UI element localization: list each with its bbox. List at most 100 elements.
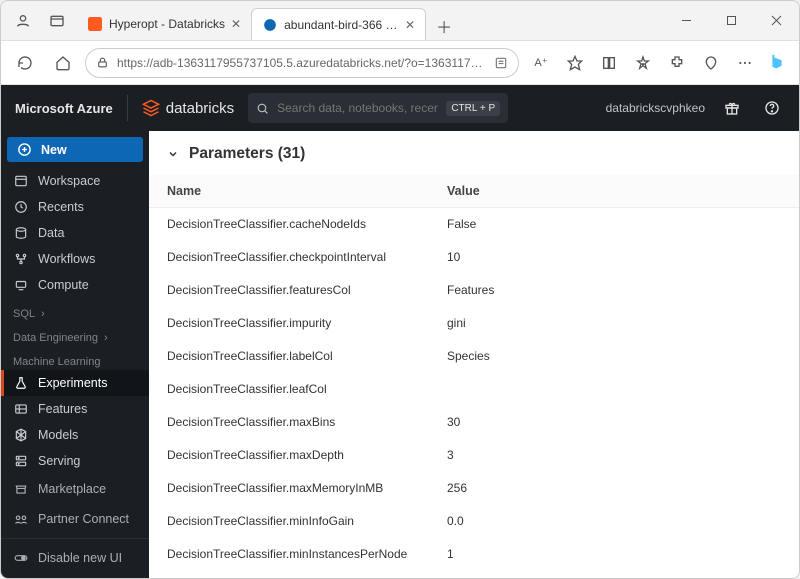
tab1-close-icon[interactable]: ✕ — [405, 18, 415, 32]
param-value: 0.0 — [429, 571, 799, 579]
param-value: 1 — [429, 538, 799, 571]
help-icon[interactable] — [759, 95, 785, 121]
serving-icon — [13, 454, 29, 468]
browser-window: Hyperopt - Databricks ✕ abundant-bird-36… — [0, 0, 800, 579]
param-value: 256 — [429, 472, 799, 505]
new-tab-button[interactable]: ＋ — [430, 12, 458, 40]
divider — [127, 95, 128, 121]
table-row[interactable]: DecisionTreeClassifier.minInstancesPerNo… — [149, 538, 799, 571]
toggle-icon — [13, 551, 29, 565]
sidebar-section-de[interactable]: Data Engineering › — [1, 322, 149, 346]
urlbar: https://adb-1363117955737105.5.azuredata… — [1, 41, 799, 85]
col-name-header[interactable]: Name — [149, 175, 429, 208]
marketplace-icon — [13, 482, 29, 496]
col-value-header[interactable]: Value — [429, 175, 799, 208]
lock-icon — [96, 56, 109, 69]
profile-icon[interactable] — [7, 5, 39, 37]
content[interactable]: Parameters (31) Name Value DecisionTreeC… — [149, 131, 799, 578]
table-row[interactable]: DecisionTreeClassifier.checkpointInterva… — [149, 241, 799, 274]
refresh-button[interactable] — [9, 47, 41, 79]
sidebar-label: Workflows — [38, 252, 95, 266]
sidebar-bottom: Marketplace Partner Connect Disable new … — [1, 474, 149, 578]
gift-icon[interactable] — [719, 95, 745, 121]
sidebar-item-experiments[interactable]: Experiments — [1, 370, 149, 396]
param-name: DecisionTreeClassifier.featuresCol — [149, 274, 429, 307]
sidebar-item-recents[interactable]: Recents — [1, 194, 149, 220]
sidebar-label: Features — [38, 402, 87, 416]
sidebar-label: Partner Connect — [38, 512, 129, 526]
table-row[interactable]: DecisionTreeClassifier.maxDepth3 — [149, 439, 799, 472]
url-text: https://adb-1363117955737105.5.azuredata… — [117, 56, 486, 70]
sidebar-item-models[interactable]: Models — [1, 422, 149, 448]
sidebar-item-workspace[interactable]: Workspace — [1, 168, 149, 194]
compute-icon — [13, 278, 29, 292]
new-button[interactable]: New — [7, 137, 143, 162]
sidebar-section-sql[interactable]: SQL › — [1, 298, 149, 322]
tab0-title: Hyperopt - Databricks — [109, 17, 225, 31]
window-controls — [664, 6, 799, 36]
table-row[interactable]: DecisionTreeClassifier.cacheNodeIdsFalse — [149, 208, 799, 241]
extensions-icon[interactable] — [661, 47, 693, 79]
sidebar-item-compute[interactable]: Compute — [1, 272, 149, 298]
sidebar-item-disable-ui[interactable]: Disable new UI — [1, 543, 149, 573]
sidebar-item-partner[interactable]: Partner Connect — [1, 504, 149, 534]
sidebar-item-workflows[interactable]: Workflows — [1, 246, 149, 272]
chevron-right-icon: › — [104, 332, 108, 344]
sidebar-item-marketplace[interactable]: Marketplace — [1, 474, 149, 504]
param-value: Species — [429, 340, 799, 373]
sidebar-item-features[interactable]: Features — [1, 396, 149, 422]
sidebar-label: Models — [38, 428, 78, 442]
chevron-down-icon — [167, 148, 179, 160]
sidebar-item-data[interactable]: Data — [1, 220, 149, 246]
data-icon — [13, 226, 29, 240]
address-bar[interactable]: https://adb-1363117955737105.5.azuredata… — [85, 48, 519, 78]
table-row[interactable]: DecisionTreeClassifier.maxBins30 — [149, 406, 799, 439]
search-box[interactable]: CTRL + P — [248, 93, 508, 123]
maximize-button[interactable] — [709, 6, 754, 36]
param-name: DecisionTreeClassifier.minWeightFraction… — [149, 571, 429, 579]
collections-icon[interactable] — [593, 47, 625, 79]
tab-overview-icon[interactable] — [41, 5, 73, 37]
section-label: Data Engineering — [13, 332, 98, 344]
table-row[interactable]: DecisionTreeClassifier.featuresColFeatur… — [149, 274, 799, 307]
home-button[interactable] — [47, 47, 79, 79]
minimize-button[interactable] — [664, 6, 709, 36]
sidebar-label: Disable new UI — [38, 551, 122, 565]
table-row[interactable]: DecisionTreeClassifier.minInfoGain0.0 — [149, 505, 799, 538]
search-input[interactable] — [277, 101, 438, 115]
table-row[interactable]: DecisionTreeClassifier.impuritygini — [149, 307, 799, 340]
chevron-right-icon: › — [41, 308, 45, 320]
databricks-logo[interactable]: databricks — [142, 99, 234, 117]
sidebar-label: Workspace — [38, 174, 100, 188]
sidebar-item-serving[interactable]: Serving — [1, 448, 149, 474]
param-name: DecisionTreeClassifier.leafCol — [149, 373, 429, 406]
tab1-favicon — [262, 17, 278, 33]
tab0-close-icon[interactable]: ✕ — [231, 17, 241, 31]
bing-chat-icon[interactable] — [763, 49, 791, 77]
favorites-bar-icon[interactable] — [627, 47, 659, 79]
favorite-icon[interactable] — [559, 47, 591, 79]
param-value: 10 — [429, 241, 799, 274]
sidebar-label: Marketplace — [38, 482, 106, 496]
table-row[interactable]: DecisionTreeClassifier.labelColSpecies — [149, 340, 799, 373]
read-aloud-icon[interactable]: A⁺ — [525, 47, 557, 79]
browser-tab-1[interactable]: abundant-bird-366 - MLflow Run ✕ — [251, 8, 426, 40]
sidebar-item-feedback[interactable]: Provide feedback — [1, 573, 149, 578]
table-row[interactable]: DecisionTreeClassifier.leafCol — [149, 373, 799, 406]
close-button[interactable] — [754, 6, 799, 36]
titlebar-left — [1, 5, 73, 37]
reader-icon[interactable] — [494, 56, 508, 70]
main: New Workspace Recents Data Workflows Com… — [1, 131, 799, 578]
table-row[interactable]: DecisionTreeClassifier.minWeightFraction… — [149, 571, 799, 579]
param-name: DecisionTreeClassifier.checkpointInterva… — [149, 241, 429, 274]
more-icon[interactable] — [729, 47, 761, 79]
browser-tab-0[interactable]: Hyperopt - Databricks ✕ — [77, 8, 251, 40]
search-shortcut: CTRL + P — [446, 101, 500, 116]
workspace-name[interactable]: databrickscvphkeo — [606, 101, 705, 115]
toolbar-right: A⁺ — [525, 47, 791, 79]
plus-circle-icon — [16, 142, 32, 157]
recents-icon — [13, 200, 29, 214]
table-row[interactable]: DecisionTreeClassifier.maxMemoryInMB256 — [149, 472, 799, 505]
performance-icon[interactable] — [695, 47, 727, 79]
parameters-header[interactable]: Parameters (31) — [149, 131, 799, 175]
